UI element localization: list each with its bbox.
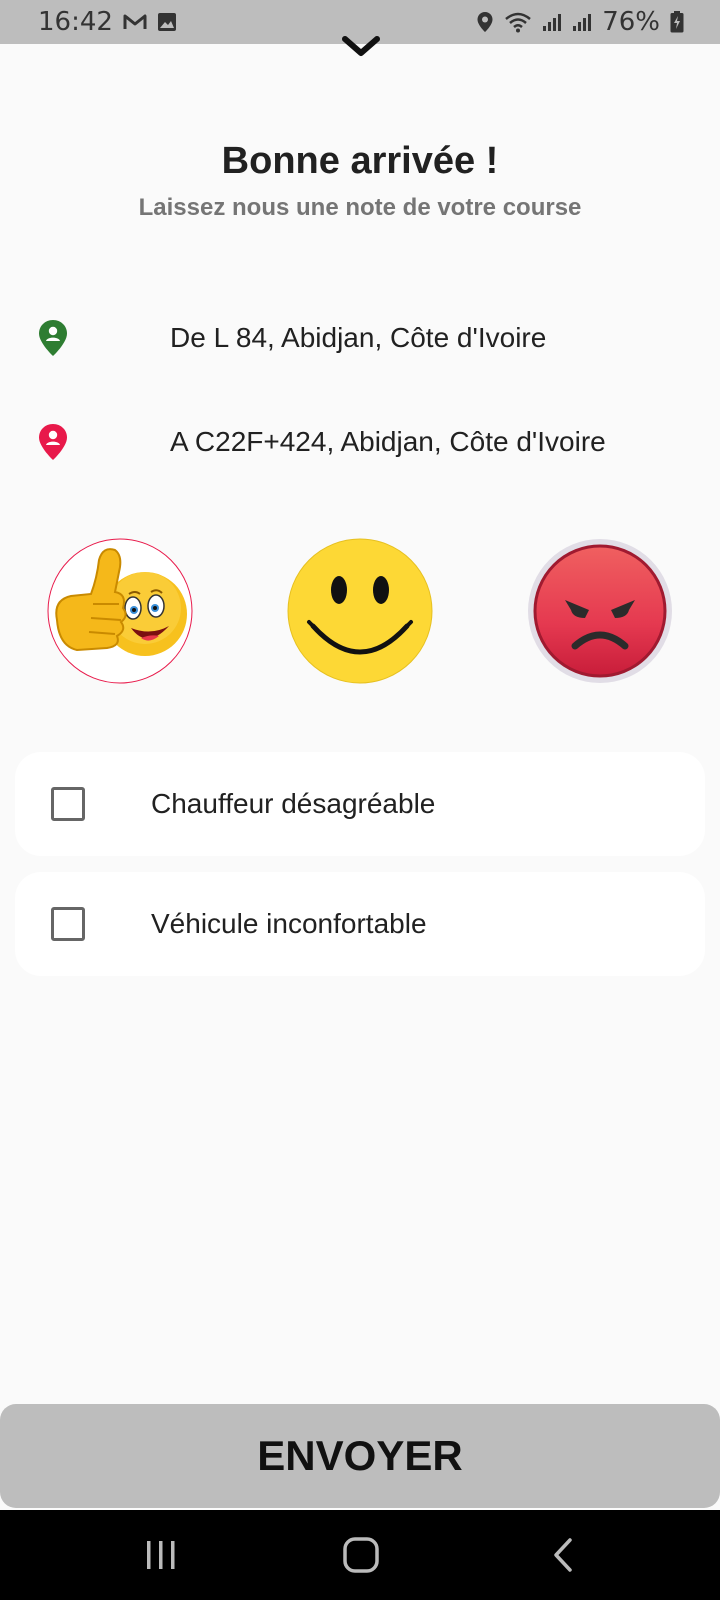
page-title: Bonne arrivée ! xyxy=(221,140,499,182)
status-bar-right: 76% xyxy=(476,7,684,37)
send-button[interactable]: ENVOYER xyxy=(0,1404,720,1508)
vehicle-uncomfortable-label: Véhicule inconfortable xyxy=(151,908,427,939)
wifi-icon xyxy=(504,11,532,33)
system-nav-bar xyxy=(0,1510,720,1600)
rating-smiley-emoji[interactable] xyxy=(287,538,433,684)
page-subtitle: Laissez nous une note de votre course xyxy=(138,194,582,221)
dropoff-pin-icon xyxy=(36,422,70,462)
complaint-card-driver[interactable]: Chauffeur désagréable xyxy=(15,752,705,856)
back-icon[interactable] xyxy=(518,1510,608,1600)
pickup-address: De L 84, Abidjan, Côte d'Ivoire xyxy=(170,322,547,353)
pickup-location-row: De L 84, Abidjan, Côte d'Ivoire xyxy=(36,314,696,362)
dropoff-location-row: A C22F+424, Abidjan, Côte d'Ivoire xyxy=(36,418,696,466)
battery-percent: 76% xyxy=(602,7,660,37)
rating-angry-emoji[interactable] xyxy=(527,538,673,684)
recents-icon[interactable] xyxy=(116,1510,206,1600)
rating-thumbs-up-emoji[interactable] xyxy=(47,538,193,684)
location-icon xyxy=(476,11,494,33)
image-icon xyxy=(157,12,177,32)
status-time: 16:42 xyxy=(38,7,113,37)
driver-unpleasant-checkbox[interactable] xyxy=(51,787,85,821)
pickup-pin-icon xyxy=(36,318,70,358)
signal-icon-2 xyxy=(572,12,592,32)
driver-unpleasant-label: Chauffeur désagréable xyxy=(151,788,436,819)
vehicle-uncomfortable-checkbox[interactable] xyxy=(51,907,85,941)
collapse-chevron-icon[interactable] xyxy=(340,30,382,62)
dropoff-address: A C22F+424, Abidjan, Côte d'Ivoire xyxy=(170,426,606,457)
home-icon[interactable] xyxy=(316,1510,406,1600)
complaint-card-vehicle[interactable]: Véhicule inconfortable xyxy=(15,872,705,976)
battery-charging-icon xyxy=(670,11,684,33)
status-bar-left: 16:42 xyxy=(38,7,177,37)
signal-icon xyxy=(542,12,562,32)
gmail-icon xyxy=(123,13,147,31)
